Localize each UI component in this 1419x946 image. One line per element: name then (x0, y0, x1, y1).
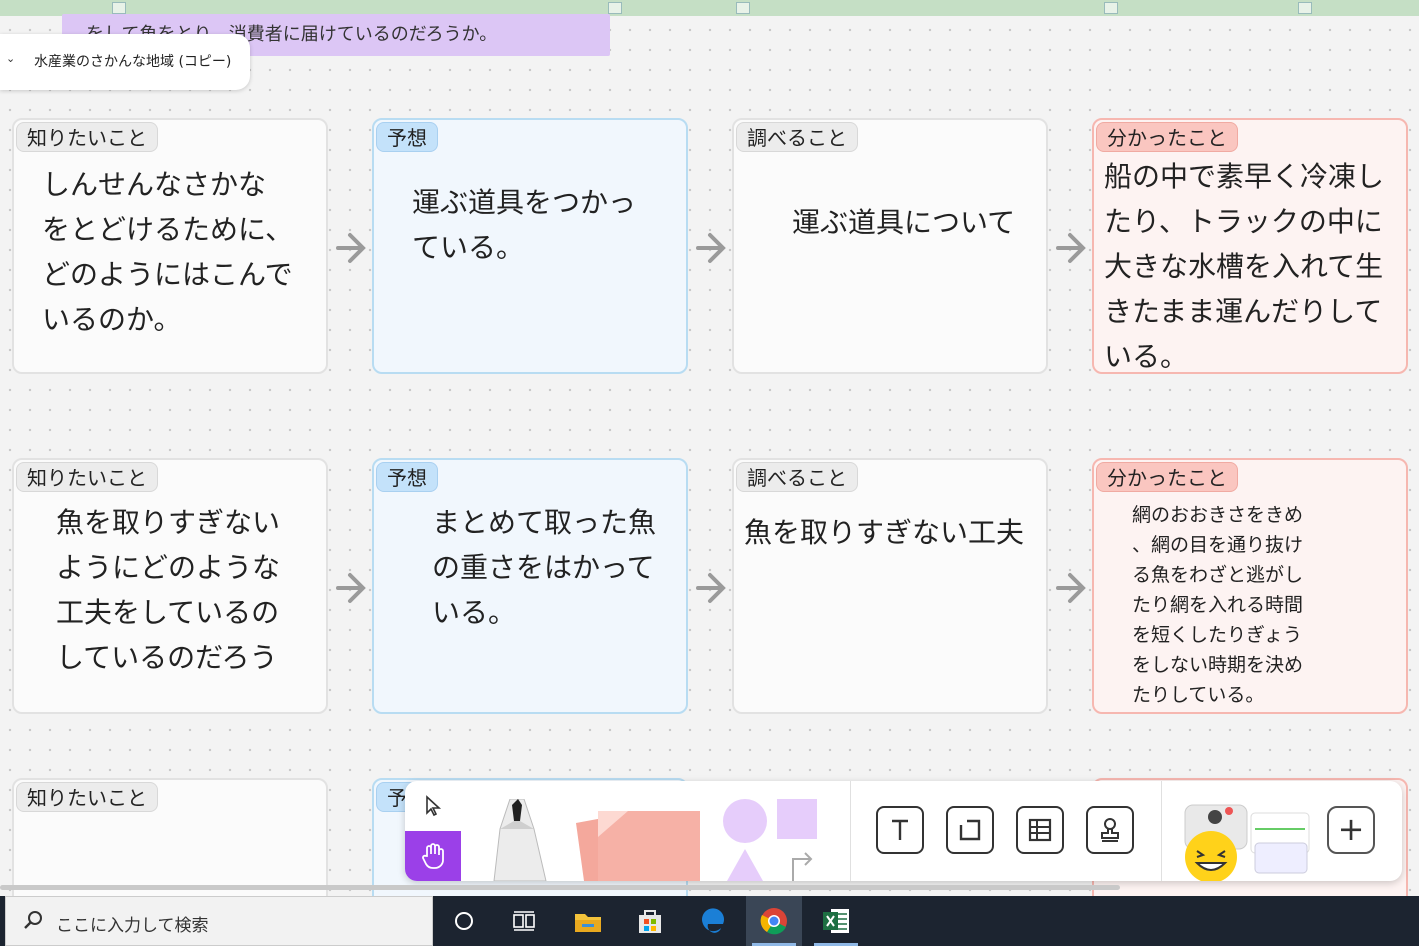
jamboard-toolbar: + (405, 781, 1402, 883)
tag-learned: 分かったこと (1096, 462, 1238, 492)
arrow-right-icon (696, 228, 726, 268)
arrow-right-icon (336, 228, 366, 268)
card-text: 魚を取りすぎない ようにどのような 工夫をしているの しているのだろう (56, 506, 281, 674)
card-text: 運ぶ道具をつかっ ている。 (412, 186, 637, 264)
card-text: 網のおおきさをきめ 、網の目を通り抜け る魚をわざと逃がし たり網を入れる時間 … (1132, 504, 1304, 706)
toolbar-divider (850, 781, 851, 881)
microsoft-store-icon[interactable] (622, 896, 678, 946)
windows-taskbar: ここに入力して検索 (0, 896, 1419, 946)
card-text: 運ぶ道具について (792, 206, 1016, 239)
arrow-right-icon (1056, 568, 1086, 608)
card-predict-2[interactable]: 予想 まとめて取った魚 の重さをはかって いる。 (372, 458, 688, 714)
stamp-icon[interactable] (1086, 806, 1134, 854)
search-placeholder: ここに入力して検索 (56, 916, 209, 936)
edge-icon[interactable] (684, 896, 740, 946)
card-want-2[interactable]: 知りたいこと 魚を取りすぎない ようにどのような 工夫をしているの しているのだ… (12, 458, 328, 714)
arrow-right-icon (696, 568, 726, 608)
excel-icon[interactable] (808, 896, 864, 946)
tag-want: 知りたいこと (16, 122, 158, 152)
card-research-2[interactable]: 調べること 魚を取りすぎない工夫 (732, 458, 1048, 714)
arrow-right-icon (336, 568, 366, 608)
select-arrow-icon[interactable] (405, 781, 461, 831)
table-icon[interactable] (1016, 806, 1064, 854)
card-want-1[interactable]: 知りたいこと しんせんなさかな をとどけるために、 どのようにはこんで いるのか… (12, 118, 328, 374)
frame-icon[interactable] (946, 806, 994, 854)
pen-icon[interactable] (490, 798, 552, 885)
shapes-icon[interactable] (721, 797, 821, 885)
card-text: しんせんなさかな をとどけるために、 どのようにはこんで いるのか。 (42, 168, 294, 336)
hand-icon[interactable] (405, 831, 461, 881)
card-learned-1[interactable]: 分かったこと 船の中で素早く冷凍し たり、トラックの中に 大きな水槽を入れて生 … (1092, 118, 1408, 374)
frame-title: 水産業のさかんな地域 (コピー) (34, 54, 232, 70)
tab-icon (1298, 2, 1312, 14)
cortana-icon[interactable] (436, 896, 492, 946)
tag-want: 知りたいこと (16, 782, 158, 812)
card-text: まとめて取った魚 の重さをはかって いる。 (432, 506, 657, 629)
card-text: 魚を取りすぎない工夫 (744, 516, 1025, 549)
tag-predict: 予想 (376, 122, 438, 152)
tab-icon (1104, 2, 1118, 14)
chrome-icon[interactable] (746, 896, 802, 946)
card-research-1[interactable]: 調べること 運ぶ道具について (732, 118, 1048, 374)
tab-icon (608, 2, 622, 14)
card-predict-1[interactable]: 予想 運ぶ道具をつかっ ている。 (372, 118, 688, 374)
tag-research: 調べること (736, 462, 858, 492)
tab-icon (736, 2, 750, 14)
task-view-icon[interactable] (496, 896, 552, 946)
file-explorer-icon[interactable] (560, 896, 616, 946)
tag-want: 知りたいこと (16, 462, 158, 492)
chevron-down-icon[interactable]: ⌄ (6, 52, 15, 65)
card-text: 船の中で素早く冷凍し たり、トラックの中に 大きな水槽を入れて生 きたまま運んだ… (1104, 160, 1385, 373)
sticky-note-icon[interactable] (570, 801, 705, 885)
jambot-icon[interactable] (1181, 795, 1316, 885)
taskbar-search-box[interactable]: ここに入力して検索 (5, 896, 433, 946)
add-button[interactable]: + (1327, 806, 1375, 854)
horizontal-scrollbar[interactable] (0, 885, 1120, 890)
tag-predict: 予想 (376, 462, 438, 492)
tab-icon (112, 2, 126, 14)
search-icon (24, 911, 42, 929)
text-icon[interactable] (876, 806, 924, 854)
toolbar-divider (1161, 781, 1162, 881)
card-learned-2[interactable]: 分かったこと 網のおおきさをきめ 、網の目を通り抜け る魚をわざと逃がし たり網… (1092, 458, 1408, 714)
tag-learned: 分かったこと (1096, 122, 1238, 152)
frame-selector[interactable]: ⌄ 水産業のさかんな地域 (コピー) (0, 34, 250, 90)
tag-research: 調べること (736, 122, 858, 152)
arrow-right-icon (1056, 228, 1086, 268)
